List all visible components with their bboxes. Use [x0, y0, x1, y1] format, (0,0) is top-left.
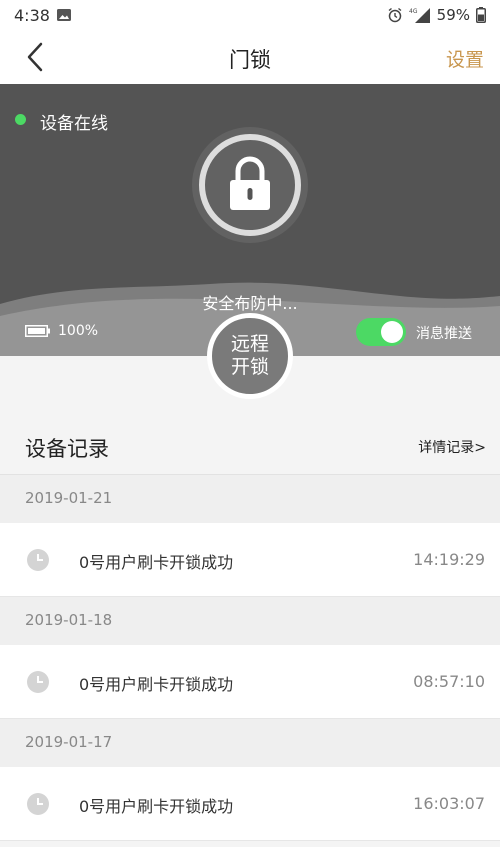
record-row[interactable]: 0号用户刷卡开锁成功 14:19:29 — [0, 523, 500, 597]
record-message: 0号用户刷卡开锁成功 — [79, 675, 234, 694]
date-header: 2019-01-17 — [0, 719, 500, 767]
image-notification-icon — [57, 9, 71, 21]
record-message: 0号用户刷卡开锁成功 — [79, 797, 234, 816]
date-label: 2019-01-21 — [25, 489, 113, 507]
signal-4g-icon: 4G — [409, 8, 430, 23]
record-time: 14:19:29 — [413, 550, 485, 569]
remote-unlock-label-line1: 远程 — [230, 333, 269, 355]
network-type-label: 4G — [409, 8, 418, 15]
lock-icon — [230, 156, 270, 210]
record-time: 08:57:10 — [413, 672, 485, 691]
online-status-label: 设备在线 — [40, 114, 108, 134]
date-label: 2019-01-17 — [25, 733, 113, 751]
clock-icon — [27, 793, 49, 815]
clock-icon — [27, 549, 49, 571]
settings-button[interactable]: 设置 — [446, 45, 484, 72]
nav-bar: 门锁 设置 — [0, 32, 500, 84]
push-notification-toggle[interactable] — [356, 318, 406, 346]
page-title: 门锁 — [229, 48, 271, 72]
date-label: 2019-01-18 — [25, 611, 113, 629]
status-time: 4:38 — [14, 6, 50, 25]
records-title: 设备记录 — [25, 437, 109, 461]
toggle-knob — [381, 321, 403, 343]
remote-unlock-label-line2: 开锁 — [230, 356, 269, 378]
lock-battery-label: 100% — [58, 323, 99, 339]
clock-icon — [27, 671, 49, 693]
battery-icon — [476, 7, 486, 23]
lock-battery-icon — [25, 325, 50, 337]
detailed-records-link[interactable]: 详情记录> — [418, 437, 486, 457]
record-row[interactable]: 0号用户刷卡开锁成功 08:57:10 — [0, 645, 500, 719]
date-header: 2019-01-18 — [0, 597, 500, 645]
record-time: 16:03:07 — [413, 794, 485, 813]
status-indicators: 4G 59% — [387, 6, 486, 24]
push-notification-label: 消息推送 — [416, 326, 472, 342]
remote-unlock-button[interactable]: 远程 开锁 — [207, 313, 293, 399]
battery-percent: 59% — [436, 6, 470, 24]
status-bar: 4:38 4G 59% — [0, 0, 500, 32]
date-header: 2019-01-21 — [0, 475, 500, 523]
records-header: 设备记录 详情记录> — [0, 420, 500, 475]
online-indicator-dot — [15, 114, 26, 125]
arm-status-text: 安全布防中... — [202, 294, 298, 313]
alarm-clock-icon — [388, 7, 402, 23]
record-row[interactable]: 0号用户刷卡开锁成功 16:03:07 — [0, 767, 500, 841]
record-message: 0号用户刷卡开锁成功 — [79, 553, 234, 572]
